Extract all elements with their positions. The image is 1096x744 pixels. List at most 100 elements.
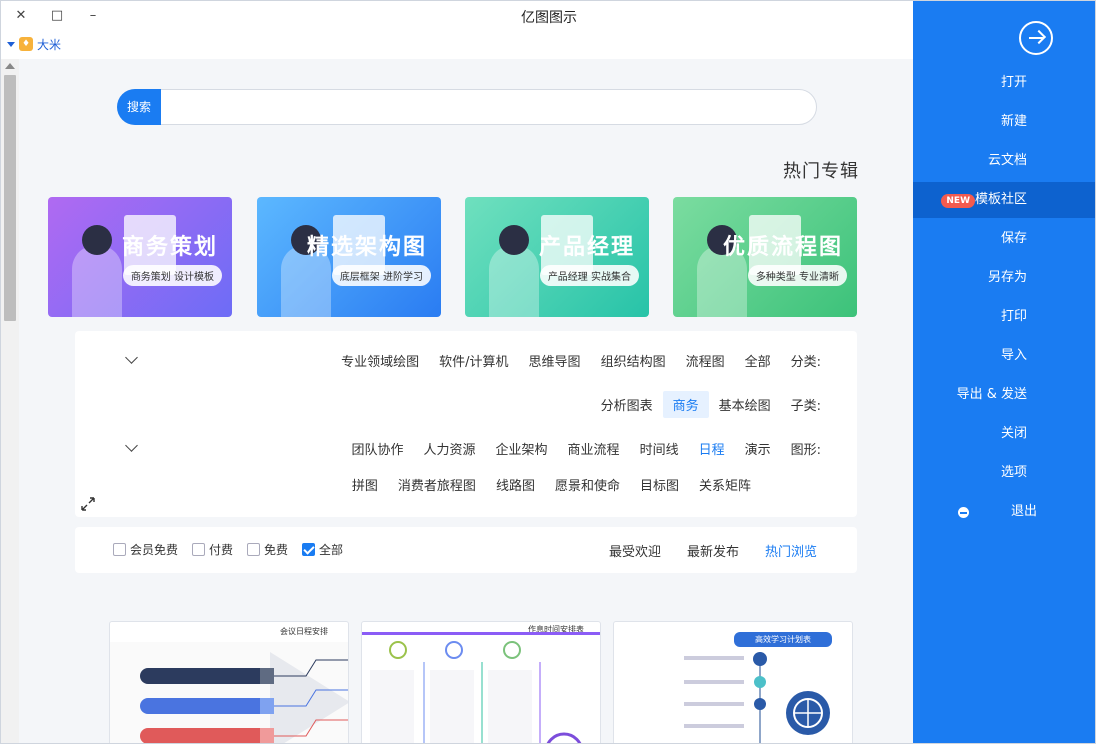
- shape-row: 图形: 演示 日程 时间线 商业流程 企业架构 人力资源 团队协作: [342, 435, 822, 462]
- banner-title: 精选架构图: [306, 235, 427, 260]
- shape-item[interactable]: 团队协作: [342, 435, 414, 462]
- category-software[interactable]: 软件/计算机: [429, 347, 518, 374]
- sidebar-item-new[interactable]: 新建: [913, 104, 1095, 140]
- hot-albums-title: 热门专辑: [783, 161, 859, 182]
- shape-item[interactable]: 演示: [735, 435, 781, 462]
- search-bar: 搜索: [117, 89, 817, 125]
- category-org-chart[interactable]: 组织结构图: [591, 347, 676, 374]
- shape-item[interactable]: 线路图: [486, 471, 545, 498]
- price-label: 付费: [209, 543, 234, 557]
- banner-title: 优质流程图: [722, 235, 843, 260]
- user-account[interactable]: ♦ 大米: [7, 35, 61, 53]
- filter-panel: 分类: 全部 流程图 组织结构图 思维导图 软件/计算机 专业领域绘图 子类: …: [75, 331, 857, 517]
- banner-figure: [72, 245, 122, 317]
- shape-item[interactable]: 关系矩阵: [689, 471, 761, 498]
- category-professional[interactable]: 专业领域绘图: [331, 347, 429, 374]
- scrollbar-thumb[interactable]: [4, 75, 16, 321]
- subcategory-row: 子类: 基本绘图 商务 分析图表: [591, 391, 821, 418]
- category-flowchart[interactable]: 流程图: [676, 347, 735, 374]
- sidebar-item-label: 云文档: [987, 153, 1027, 168]
- user-name: 大米: [37, 37, 62, 52]
- chevron-down-icon[interactable]: [7, 41, 15, 47]
- sidebar-item-label: 打印: [1000, 309, 1027, 324]
- banner-architecture[interactable]: 精选架构图 底层框架 进阶学习: [257, 197, 441, 317]
- sidebar-item-save[interactable]: 保存: [913, 221, 1095, 257]
- checkbox-checked[interactable]: [302, 543, 316, 556]
- category-all[interactable]: 全部: [735, 347, 781, 374]
- price-filter-member-free[interactable]: 会员免费: [113, 541, 178, 558]
- banner-business[interactable]: 商务策划 商务策划 设计模板: [48, 197, 232, 317]
- sidebar-item-template-community[interactable]: NEW 模板社区: [913, 182, 1095, 218]
- chevron-down-icon[interactable]: [125, 351, 138, 364]
- price-filter-all[interactable]: 全部: [302, 541, 343, 558]
- sidebar-item-close[interactable]: 关闭: [913, 416, 1095, 452]
- main-content: 搜索 热门专辑 优质流程图 多种类型 专业清晰 产品经理 产品经理 实战集合 精…: [19, 59, 913, 743]
- scroll-up-icon[interactable]: [5, 63, 15, 69]
- banner-subtitle: 底层框架 进阶学习: [331, 265, 431, 286]
- subcategory-label: 子类:: [790, 399, 821, 414]
- price-filters: 全部 免费 付费 会员免费: [113, 541, 343, 558]
- price-filter-free[interactable]: 免费: [247, 541, 288, 558]
- banner-subtitle: 多种类型 专业清晰: [747, 265, 847, 286]
- chevron-down-icon[interactable]: [125, 439, 138, 452]
- shape-item[interactable]: 时间线: [630, 435, 689, 462]
- template-card-schedule[interactable]: 作息时间安排表: [361, 621, 601, 743]
- price-filter-paid[interactable]: 付费: [192, 541, 233, 558]
- expand-icon[interactable]: [81, 497, 95, 511]
- banner-title: 产品经理: [538, 235, 635, 260]
- category-row: 分类: 全部 流程图 组织结构图 思维导图 软件/计算机 专业领域绘图: [331, 347, 821, 374]
- category-mindmap[interactable]: 思维导图: [519, 347, 591, 374]
- sidebar-item-label: 新建: [1000, 114, 1027, 129]
- subcategory-analysis[interactable]: 分析图表: [591, 391, 663, 418]
- checkbox[interactable]: [192, 543, 206, 556]
- template-preview: [684, 652, 830, 743]
- sidebar-item-save-as[interactable]: 另存为: [913, 260, 1095, 296]
- sidebar-item-open[interactable]: 打开: [913, 65, 1095, 101]
- banner-figure-head: [499, 225, 529, 255]
- template-card-study-plan[interactable]: 高效学习计划表: [613, 621, 853, 743]
- shape-item[interactable]: 商业流程: [558, 435, 630, 462]
- tab-latest[interactable]: 最新发布: [687, 541, 739, 560]
- subcategory-basic[interactable]: 基本绘图: [709, 391, 781, 418]
- banner-title: 商务策划: [121, 235, 218, 260]
- banner-figure: [489, 245, 539, 317]
- shape-item-schedule[interactable]: 日程: [689, 435, 735, 462]
- tab-hot-browse[interactable]: 热门浏览: [765, 541, 817, 560]
- checkbox[interactable]: [247, 543, 261, 556]
- shape-item[interactable]: 拼图: [342, 471, 388, 498]
- back-arrow-icon[interactable]: [1019, 21, 1053, 55]
- sidebar-item-import[interactable]: 导入: [913, 338, 1095, 374]
- sidebar-item-label: 关闭: [1000, 426, 1027, 441]
- vertical-scrollbar[interactable]: [1, 59, 19, 743]
- sidebar-item-label: 退出: [1010, 504, 1037, 519]
- shape-item[interactable]: 人力资源: [414, 435, 486, 462]
- sort-bar: 热门浏览 最新发布 最受欢迎 全部 免费 付费 会员免费: [75, 527, 857, 573]
- price-label: 免费: [264, 543, 289, 557]
- sort-tabs: 热门浏览 最新发布 最受欢迎: [609, 541, 817, 560]
- search-input[interactable]: [162, 92, 802, 122]
- subcategory-business[interactable]: 商务: [662, 391, 709, 418]
- sidebar-item-print[interactable]: 打印: [913, 299, 1095, 335]
- vip-icon: ♦: [19, 37, 33, 51]
- sidebar-item-cloud[interactable]: 云文档: [913, 143, 1095, 179]
- sidebar-item-label: 模板社区: [974, 192, 1027, 207]
- sidebar-item-exit[interactable]: 退出: [913, 494, 1095, 530]
- template-card-meeting[interactable]: 会议日程安排: [109, 621, 349, 743]
- banner-product-manager[interactable]: 产品经理 产品经理 实战集合: [465, 197, 649, 317]
- banner-subtitle: 产品经理 实战集合: [539, 265, 639, 286]
- template-preview: [110, 642, 348, 743]
- price-label: 会员免费: [130, 543, 179, 557]
- sidebar-item-export[interactable]: 导出 & 发送: [913, 377, 1095, 413]
- checkbox[interactable]: [113, 543, 126, 556]
- search-button[interactable]: 搜索: [117, 89, 161, 125]
- banner-figure-head: [82, 225, 112, 255]
- banner-flowchart[interactable]: 优质流程图 多种类型 专业清晰: [673, 197, 857, 317]
- shape-item[interactable]: 目标图: [630, 471, 689, 498]
- shape-item[interactable]: 消费者旅程图: [388, 471, 486, 498]
- sidebar-item-options[interactable]: 选项: [913, 455, 1095, 491]
- sidebar: 打开 新建 云文档 NEW 模板社区 保存 另存为 打印 导入 导出 & 发送 关…: [913, 1, 1095, 743]
- shape-item[interactable]: 企业架构: [486, 435, 558, 462]
- sidebar-item-label: 选项: [1000, 465, 1027, 480]
- tab-most-popular[interactable]: 最受欢迎: [609, 541, 661, 560]
- shape-item[interactable]: 愿景和使命: [545, 471, 630, 498]
